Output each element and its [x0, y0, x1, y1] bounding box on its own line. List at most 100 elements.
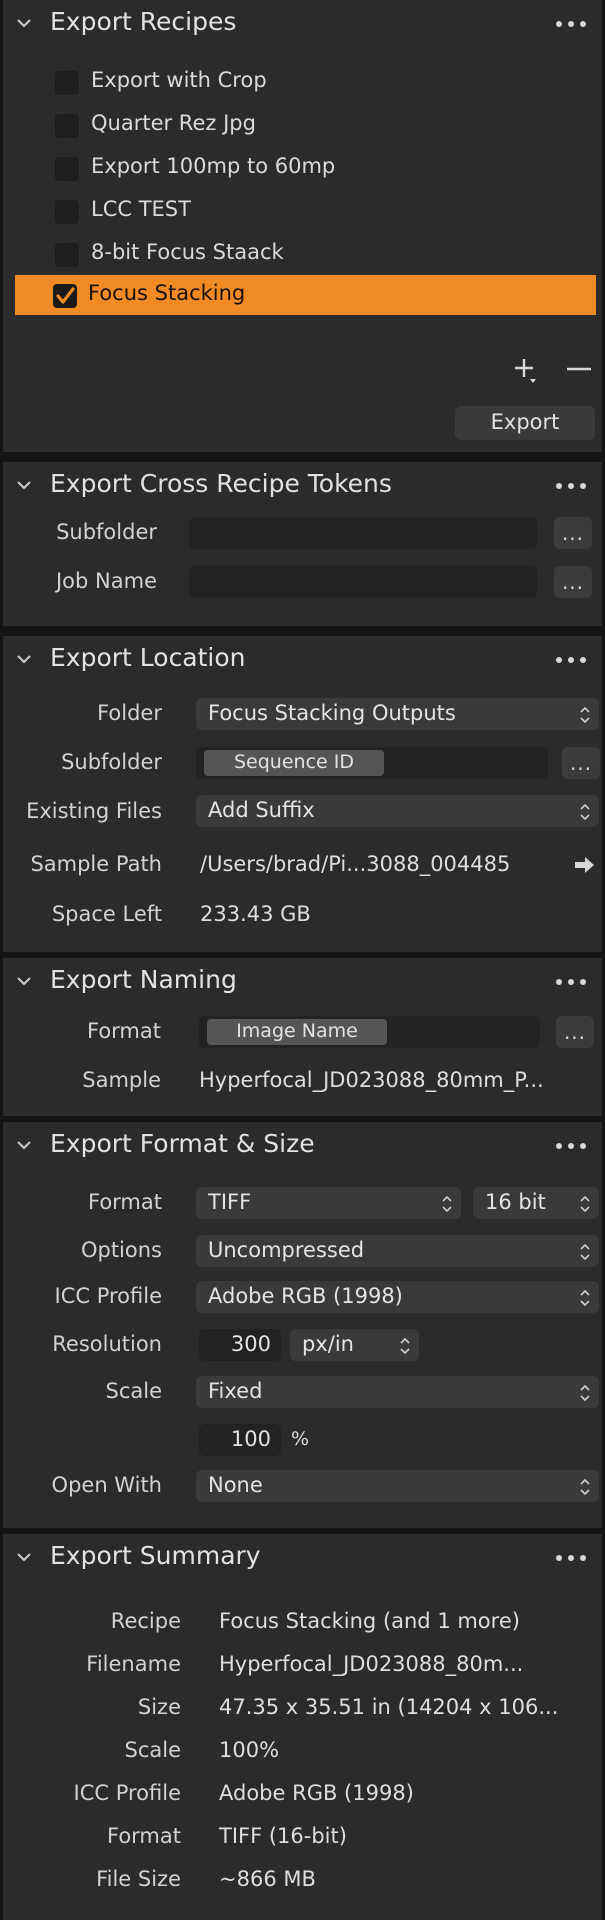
- updown-chevron-icon: [580, 803, 590, 821]
- chevron-down-icon[interactable]: [15, 1548, 33, 1566]
- options-label: Options: [80, 1238, 162, 1262]
- naming-format-field[interactable]: Image Name: [199, 1016, 540, 1048]
- chevron-down-icon[interactable]: [15, 14, 33, 32]
- recipe-item-export-100mp[interactable]: Export 100mp to 60mp: [18, 148, 596, 188]
- recipe-item-export-with-crop[interactable]: Export with Crop: [18, 62, 596, 102]
- export-button[interactable]: Export: [455, 406, 595, 440]
- existing-files-select[interactable]: Add Suffix: [196, 795, 599, 827]
- checkmark-icon: [56, 287, 75, 304]
- recipe-checkbox[interactable]: [55, 71, 79, 95]
- recipe-item-focus-stacking[interactable]: Focus Stacking: [15, 275, 596, 315]
- summary-recipe-value: Focus Stacking (and 1 more): [219, 1609, 520, 1633]
- icc-profile-select[interactable]: Adobe RGB (1998): [196, 1281, 599, 1313]
- resolution-unit-select[interactable]: px/in: [290, 1329, 419, 1361]
- scale-select[interactable]: Fixed: [196, 1376, 599, 1408]
- jobname-token-field[interactable]: [189, 566, 537, 598]
- add-recipe-icon[interactable]: [512, 356, 542, 386]
- naming-format-more-button[interactable]: ...: [556, 1016, 594, 1048]
- section-title: Export Cross Recipe Tokens: [50, 469, 392, 498]
- export-recipes-header[interactable]: Export Recipes: [3, 0, 602, 48]
- summary-icc-value: Adobe RGB (1998): [219, 1781, 414, 1805]
- recipe-item-lcc-test[interactable]: LCC TEST: [18, 191, 596, 231]
- icc-profile-value: Adobe RGB (1998): [208, 1284, 403, 1308]
- summary-recipe-label: Recipe: [110, 1609, 181, 1633]
- naming-sample-value: Hyperfocal_JD023088_80mm_P...: [199, 1068, 544, 1092]
- sequence-id-token[interactable]: Sequence ID: [204, 750, 384, 776]
- recipe-checkbox[interactable]: [55, 114, 79, 138]
- updown-chevron-icon: [580, 706, 590, 724]
- more-options-icon[interactable]: [556, 648, 586, 672]
- export-location-header[interactable]: Export Location: [3, 636, 602, 684]
- subfolder-label: Subfolder: [56, 520, 157, 544]
- recipe-label: Export with Crop: [91, 68, 267, 92]
- export-naming-header[interactable]: Export Naming: [3, 958, 602, 1006]
- naming-format-label: Format: [86, 1019, 161, 1043]
- summary-scale-value: 100%: [219, 1738, 280, 1762]
- scale-label: Scale: [105, 1379, 163, 1403]
- export-format-size-panel: Export Format & Size Format TIFF 16 bit …: [0, 1122, 605, 1528]
- summary-filesize-value: ~866 MB: [219, 1867, 316, 1891]
- location-subfolder-field[interactable]: Sequence ID: [196, 747, 548, 779]
- more-options-icon[interactable]: [556, 970, 586, 994]
- recipe-checkbox[interactable]: [55, 243, 79, 267]
- more-options-icon[interactable]: [556, 12, 586, 36]
- chevron-down-icon[interactable]: [15, 972, 33, 990]
- recipe-label: Export 100mp to 60mp: [91, 154, 336, 178]
- file-format-select[interactable]: TIFF: [196, 1187, 461, 1219]
- resolution-input[interactable]: 300: [199, 1329, 281, 1361]
- open-with-select[interactable]: None: [196, 1470, 599, 1502]
- location-subfolder-more-button[interactable]: ...: [562, 747, 600, 779]
- recipe-checkbox[interactable]: [55, 200, 79, 224]
- chevron-down-icon[interactable]: [15, 1136, 33, 1154]
- more-options-icon[interactable]: [556, 1546, 586, 1570]
- location-subfolder-label: Subfolder: [61, 750, 162, 774]
- subfolder-token-field[interactable]: [189, 517, 537, 549]
- recipe-item-8bit-focus-staack[interactable]: 8-bit Focus Staack: [18, 234, 596, 274]
- folder-value: Focus Stacking Outputs: [208, 701, 456, 725]
- recipe-label: Quarter Rez Jpg: [91, 111, 256, 135]
- more-options-icon[interactable]: [556, 474, 586, 498]
- more-options-icon[interactable]: [556, 1134, 586, 1158]
- subfolder-more-button[interactable]: ...: [554, 517, 592, 549]
- section-title: Export Format & Size: [50, 1129, 315, 1158]
- open-with-label: Open With: [51, 1473, 162, 1497]
- arrow-right-icon[interactable]: [573, 855, 595, 875]
- section-title: Export Recipes: [50, 7, 237, 36]
- summary-format-label: Format: [106, 1824, 181, 1848]
- bit-depth-select[interactable]: 16 bit: [473, 1187, 599, 1219]
- space-left-value: 233.43 GB: [200, 902, 311, 926]
- folder-label: Folder: [97, 701, 162, 725]
- naming-sample-label: Sample: [82, 1068, 161, 1092]
- export-naming-panel: Export Naming Format Image Name ... Samp…: [0, 958, 605, 1116]
- summary-filename-label: Filename: [86, 1652, 181, 1676]
- summary-format-value: TIFF (16-bit): [219, 1824, 347, 1848]
- export-summary-panel: Export Summary Recipe Focus Stacking (an…: [0, 1534, 605, 1920]
- recipe-item-quarter-rez-jpg[interactable]: Quarter Rez Jpg: [18, 105, 596, 145]
- resolution-label: Resolution: [52, 1332, 162, 1356]
- recipe-checkbox-checked[interactable]: [53, 284, 77, 308]
- remove-recipe-icon[interactable]: [566, 358, 592, 380]
- export-summary-header[interactable]: Export Summary: [3, 1534, 602, 1582]
- scale-percent-input[interactable]: 100: [199, 1424, 281, 1456]
- existing-files-value: Add Suffix: [208, 798, 315, 822]
- summary-scale-label: Scale: [124, 1738, 182, 1762]
- cross-recipe-tokens-header[interactable]: Export Cross Recipe Tokens: [3, 462, 602, 510]
- export-format-size-header[interactable]: Export Format & Size: [3, 1122, 602, 1170]
- jobname-label: Job Name: [55, 569, 157, 593]
- image-name-token[interactable]: Image Name: [207, 1019, 387, 1045]
- folder-select[interactable]: Focus Stacking Outputs: [196, 698, 599, 730]
- sample-path-label: Sample Path: [30, 852, 162, 876]
- export-cross-recipe-tokens-panel: Export Cross Recipe Tokens Subfolder ...…: [0, 462, 605, 626]
- chevron-down-icon[interactable]: [15, 476, 33, 494]
- summary-icc-label: ICC Profile: [73, 1781, 182, 1805]
- file-format-value: TIFF: [208, 1190, 252, 1214]
- section-title: Export Naming: [50, 965, 237, 994]
- updown-chevron-icon: [400, 1337, 410, 1355]
- chevron-down-icon[interactable]: [15, 650, 33, 668]
- jobname-more-button[interactable]: ...: [554, 566, 592, 598]
- options-select[interactable]: Uncompressed: [196, 1235, 599, 1267]
- scale-value: Fixed: [208, 1379, 263, 1403]
- summary-filename-value: Hyperfocal_JD023088_80m...: [219, 1652, 524, 1676]
- percent-sign: %: [291, 1428, 310, 1450]
- recipe-checkbox[interactable]: [55, 157, 79, 181]
